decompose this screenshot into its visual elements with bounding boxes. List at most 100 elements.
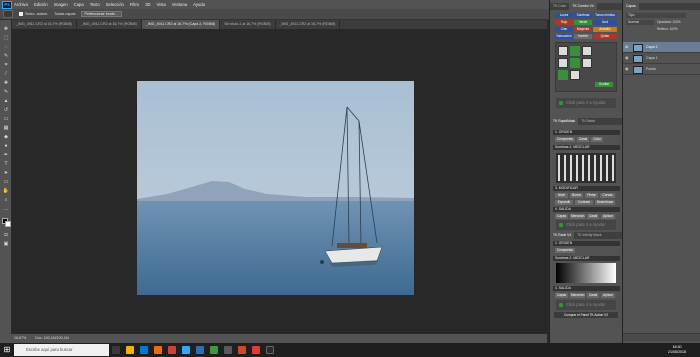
tk-color-button[interactable]: Color [591, 137, 603, 142]
tk-mask-swatch[interactable] [582, 58, 592, 68]
tk-luces-button[interactable]: Luces [555, 13, 573, 18]
move-tool-icon[interactable]: ✥ [2, 26, 10, 32]
tk-aplicar-button[interactable]: Aplicar [601, 214, 615, 219]
tk-azul-button[interactable]: Azul [593, 20, 617, 25]
tk-contraer-button[interactable]: Contraer [575, 200, 593, 205]
eye-icon[interactable]: ◉ [625, 45, 630, 49]
sample-label[interactable]: Todas capas [54, 12, 75, 16]
menu-3d[interactable]: 3D [145, 2, 150, 7]
layer-name[interactable]: Capa 2 [646, 45, 658, 49]
tk-curvas-button[interactable]: Curvas [600, 193, 615, 198]
doc-tab[interactable]: _IMG_4911.CR2 al 16,7% (RGB/8) [12, 20, 77, 29]
zoom-level[interactable]: 16,67% [14, 336, 26, 340]
hand-tool-icon[interactable]: ✋ [2, 188, 10, 194]
screen-mode-icon[interactable]: ▣ [2, 241, 10, 247]
app-icon[interactable] [196, 346, 204, 354]
tk-saturacion-button[interactable]: Saturación [555, 34, 573, 39]
lasso-tool-icon[interactable]: ◌ [2, 44, 10, 50]
auto-select-checkbox[interactable] [19, 12, 23, 16]
layer-row[interactable]: ◉ Fondo [623, 64, 700, 75]
tk-mask-swatch[interactable] [570, 46, 580, 56]
tk-mask-swatch[interactable] [558, 70, 568, 80]
tab-tk-batch[interactable]: TK Batch [578, 118, 598, 125]
opacity-field[interactable]: Opacidad: 100% [657, 20, 697, 25]
tk-sombras-button[interactable]: Sombras [574, 13, 592, 18]
eye-icon[interactable]: ◉ [625, 56, 630, 60]
layer-name[interactable]: Capa 1 [646, 56, 658, 60]
layer-filter-kind[interactable]: Tipo [626, 13, 686, 18]
menu-capa[interactable]: Capa [74, 2, 84, 7]
photoshop-taskbar-icon[interactable] [182, 346, 190, 354]
menu-ayuda[interactable]: Ayuda [193, 2, 205, 7]
tk-compuesto-button[interactable]: Compuesto [555, 137, 575, 142]
tk-magenta-button[interactable]: Magenta [574, 27, 592, 32]
app-icon[interactable] [210, 346, 218, 354]
dodge-tool-icon[interactable]: ● [2, 143, 10, 149]
stamp-tool-icon[interactable]: ▲ [2, 98, 10, 104]
tab-tk-rapidmask[interactable]: TK RapidMask [550, 118, 579, 125]
tab-tk-combo[interactable]: TK Combo V4 [569, 3, 597, 10]
tk2-help-dropzone[interactable]: Click para ir a Ayuda! [556, 300, 616, 310]
tk2-canal-button[interactable]: Canal [587, 293, 599, 298]
menu-filtro[interactable]: Filtro [130, 2, 139, 7]
quick-select-tool-icon[interactable]: ✎ [2, 53, 10, 59]
tk-quitar-button[interactable]: Quitar [593, 34, 617, 39]
background-color-swatch[interactable] [5, 221, 11, 227]
tk-tonos-button[interactable]: Tonos medios [593, 13, 617, 18]
layer-row[interactable]: ◉ Capa 1 [623, 53, 700, 64]
crop-tool-icon[interactable]: ⌗ [2, 62, 10, 68]
tk-ocultar-button[interactable]: Ocultar [595, 82, 613, 87]
edge-icon[interactable] [140, 346, 148, 354]
tk-seleccion-button[interactable]: Selección [570, 214, 585, 219]
tk2-compuesto-button[interactable]: Compuesto [555, 248, 575, 253]
blur-tool-icon[interactable]: ◆ [2, 134, 10, 140]
tk-help-dropzone[interactable]: Click para ir a Ayuda! [556, 98, 616, 108]
tk-borrar-button[interactable]: Borrar [570, 193, 583, 198]
tk-desenfocar-button[interactable]: Desenfocar [595, 200, 615, 205]
tk-canal-out-button[interactable]: Canal [587, 214, 599, 219]
menu-imagen[interactable]: Imagen [54, 2, 68, 7]
tk-invertir-button[interactable]: Invertir [574, 34, 592, 39]
tk-help-dropzone-2[interactable]: Click para ir a Ayuda! [556, 220, 616, 230]
zoom-tool-icon[interactable]: ⌕ [2, 197, 10, 203]
brush-tool-icon[interactable]: ✎ [2, 89, 10, 95]
type-tool-icon[interactable]: T [2, 161, 10, 167]
tk-cian-button[interactable]: Cian [555, 27, 573, 32]
tk-mask-swatch[interactable] [558, 58, 568, 68]
tk-slider-bar[interactable] [606, 155, 608, 181]
quick-mask-icon[interactable]: ◘ [2, 232, 10, 238]
tk-slider-bar[interactable] [558, 155, 560, 181]
app-icon[interactable] [224, 346, 232, 354]
tk-slider-bar[interactable] [612, 155, 614, 181]
eyedropper-tool-icon[interactable]: ⁄ [2, 71, 10, 77]
tk-pintar-button[interactable]: Pintar [585, 193, 598, 198]
tk-slider-bar[interactable] [594, 155, 596, 181]
marquee-tool-icon[interactable]: ⬚ [2, 35, 10, 41]
tk2-capas-button[interactable]: Capas [555, 293, 568, 298]
gradient-tool-icon[interactable]: ▦ [2, 125, 10, 131]
healing-tool-icon[interactable]: ✚ [2, 80, 10, 86]
pen-tool-icon[interactable]: ✒ [2, 152, 10, 158]
app-icon[interactable] [238, 346, 246, 354]
tk-buy-button[interactable]: Comprar el Panel TK Action V2 [554, 312, 618, 318]
menu-ventana[interactable]: Ventana [172, 2, 187, 7]
menu-seleccion[interactable]: Selección [106, 2, 124, 7]
layer-name[interactable]: Fondo [646, 67, 656, 71]
tk-slider-bar[interactable] [570, 155, 572, 181]
app-icon[interactable] [266, 346, 274, 354]
windows-start-icon[interactable]: ⊞ [2, 345, 12, 355]
tk-mask-swatch[interactable] [582, 46, 592, 56]
history-brush-tool-icon[interactable]: ↺ [2, 107, 10, 113]
tk2-aplicar-button[interactable]: Aplicar [601, 293, 615, 298]
menu-edicion[interactable]: Edición [34, 2, 48, 7]
tab-capas[interactable]: Capas [623, 3, 639, 10]
tk2-seleccion-button[interactable]: Selección [570, 293, 585, 298]
tab-tk-color[interactable]: TK Color [550, 3, 569, 10]
move-tool-preset-icon[interactable] [3, 10, 13, 18]
doc-tab[interactable]: _IMG_4911.CR2 al 16,7% (RGB/8) [275, 20, 341, 29]
menu-vista[interactable]: Vista [157, 2, 166, 7]
tk-mask-swatch[interactable] [570, 70, 580, 80]
shape-tool-icon[interactable]: ▭ [2, 179, 10, 185]
path-select-tool-icon[interactable]: ➤ [2, 170, 10, 176]
app-icon[interactable] [168, 346, 176, 354]
